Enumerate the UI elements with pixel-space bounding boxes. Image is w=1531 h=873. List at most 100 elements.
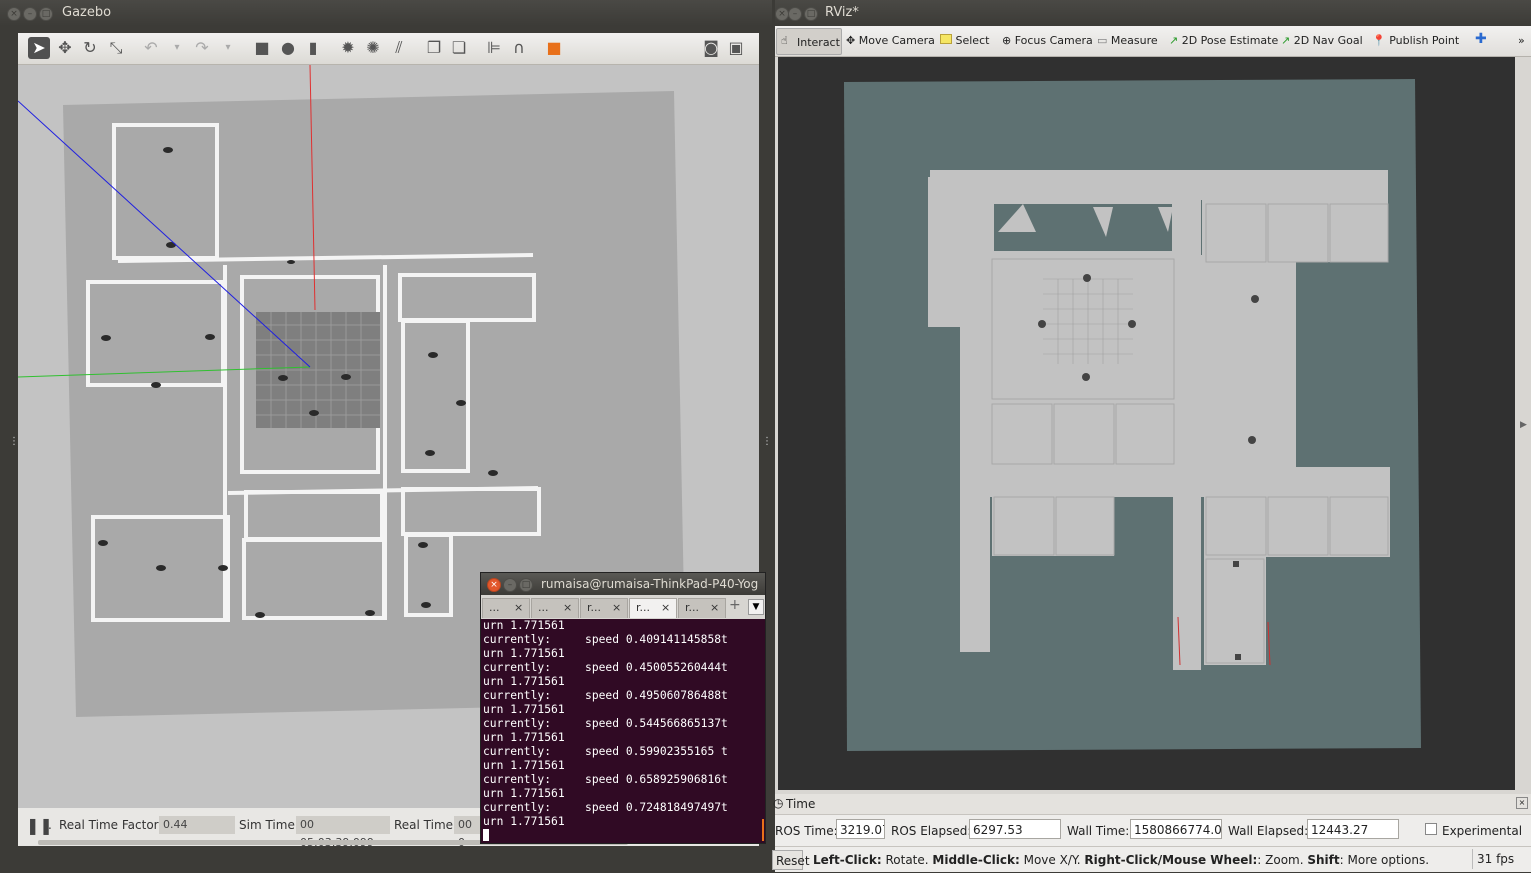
- align-icon[interactable]: ⊫: [483, 37, 505, 59]
- maximize-icon[interactable]: □: [39, 7, 53, 21]
- select-icon: [940, 34, 952, 44]
- gazebo-toolbar: ➤ ✥ ↻ ⤡ ↶ ▾ ↷ ▾ ■ ● ▮ ✹ ✺ ⫽ ❐ ❏ ⊫ ∩ ■ ◙ …: [18, 33, 759, 65]
- rviz-window: × – □ RViz* ☝ Interact ✥ Move Camera Sel…: [772, 0, 1531, 872]
- close-icon[interactable]: ×: [514, 601, 523, 614]
- focus-icon: ⊕: [1002, 34, 1012, 47]
- terminal-tab-bar: ... × ... × r... × r... × r... × + ▼: [481, 595, 765, 619]
- ros-time-label: ROS Time:: [775, 824, 838, 838]
- terminal-line: urn 1.771561: [483, 815, 565, 828]
- minimize-icon[interactable]: –: [503, 578, 517, 592]
- experimental-checkbox[interactable]: [1425, 823, 1437, 835]
- close-icon[interactable]: ×: [487, 578, 501, 592]
- redo-icon[interactable]: ↷: [191, 37, 213, 59]
- paste-icon[interactable]: ❏: [448, 37, 470, 59]
- close-icon[interactable]: ×: [775, 7, 789, 21]
- rviz-3d-view[interactable]: [778, 57, 1515, 790]
- more-tools-button[interactable]: »: [1518, 34, 1525, 47]
- terminal-tab-active[interactable]: r... ×: [629, 598, 677, 618]
- nav-goal-button[interactable]: ↗ 2D Nav Goal: [1281, 34, 1363, 47]
- translate-icon[interactable]: ✥: [54, 37, 76, 59]
- chevron-down-icon[interactable]: ▾: [166, 37, 188, 59]
- scale-icon[interactable]: ⤡: [105, 37, 127, 59]
- close-icon[interactable]: ×: [710, 601, 719, 614]
- ros-elapsed-field[interactable]: 6297.53: [969, 819, 1061, 839]
- undo-icon[interactable]: ↶: [140, 37, 162, 59]
- snap-icon[interactable]: ∩: [508, 37, 530, 59]
- terminal-window[interactable]: × – □ rumaisa@rumaisa-ThinkPad-P40-Yog .…: [480, 572, 766, 844]
- terminal-titlebar: × – □ rumaisa@rumaisa-ThinkPad-P40-Yog: [481, 573, 765, 595]
- maximize-icon[interactable]: □: [804, 7, 818, 21]
- rtf-value: 0.44: [159, 816, 235, 834]
- measure-button[interactable]: ▭ Measure: [1097, 34, 1158, 47]
- interact-button[interactable]: ☝ Interact: [776, 28, 842, 55]
- occupancy-map: [844, 79, 1421, 751]
- wall-elapsed-label: Wall Elapsed:: [1228, 824, 1309, 838]
- terminal-line: currently: speed 0.544566865137t: [483, 717, 728, 730]
- minimize-icon[interactable]: –: [23, 7, 37, 21]
- splitter-handle-icon[interactable]: ⋮: [9, 436, 19, 447]
- box-icon[interactable]: ■: [251, 37, 273, 59]
- move-camera-button[interactable]: ✥ Move Camera: [846, 34, 935, 47]
- close-icon[interactable]: ×: [563, 601, 572, 614]
- close-icon[interactable]: ×: [1516, 797, 1528, 809]
- pin-icon: 📍: [1372, 34, 1386, 47]
- terminal-line: currently: speed 0.450055260444t: [483, 661, 728, 674]
- select-arrow-icon[interactable]: ➤: [28, 37, 50, 59]
- terminal-line: urn 1.771561: [483, 759, 565, 772]
- pose-estimate-button[interactable]: ↗ 2D Pose Estimate: [1169, 34, 1278, 47]
- ros-time-field[interactable]: 3219.07: [836, 819, 885, 839]
- terminal-tab[interactable]: ... ×: [531, 598, 579, 618]
- terminal-tab[interactable]: ... ×: [482, 598, 530, 618]
- terminal-output[interactable]: urn 1.771561 currently: speed 0.409141145…: [483, 619, 763, 841]
- sphere-icon[interactable]: ●: [277, 37, 299, 59]
- terminal-scrollbar[interactable]: [762, 819, 764, 841]
- select-button[interactable]: Select: [940, 34, 989, 47]
- terminal-line: urn 1.771561: [483, 787, 565, 800]
- chevron-down-icon[interactable]: ▼: [748, 599, 764, 615]
- spot-light-icon[interactable]: ✺: [362, 37, 384, 59]
- move-camera-icon: ✥: [846, 34, 856, 47]
- wall-elapsed-field[interactable]: 12443.27: [1307, 819, 1399, 839]
- rviz-titlebar: × – □ RViz*: [775, 0, 1531, 26]
- screenshot-icon[interactable]: ◙: [700, 37, 722, 59]
- record-icon[interactable]: ▣: [725, 37, 747, 59]
- publish-point-button[interactable]: 📍 Publish Point: [1372, 34, 1459, 47]
- add-tool-icon[interactable]: ✚: [1475, 31, 1487, 47]
- new-tab-icon[interactable]: +: [729, 597, 741, 613]
- terminal-line: currently: speed 0.495060786488t: [483, 689, 728, 702]
- close-icon[interactable]: ×: [661, 601, 670, 614]
- splitter-handle-icon[interactable]: ⋮: [762, 436, 772, 447]
- terminal-line: currently: speed 0.724818497497t: [483, 801, 728, 814]
- directional-light-icon[interactable]: ⫽: [388, 37, 410, 59]
- terminal-title: rumaisa@rumaisa-ThinkPad-P40-Yog: [541, 577, 759, 591]
- cylinder-icon[interactable]: ▮: [302, 37, 324, 59]
- maximize-icon[interactable]: □: [519, 578, 533, 592]
- terminal-line: urn 1.771561: [483, 619, 565, 632]
- status-help-text: Left-Click: Rotate. Middle-Click: Move X…: [813, 853, 1430, 867]
- gazebo-window: × – □ Gazebo ➤ ✥ ↻ ⤡ ↶ ▾ ↷ ▾ ■ ● ▮ ✹ ✺ ⫽…: [0, 0, 772, 872]
- window-title: Gazebo: [62, 5, 112, 20]
- sim-time-value: 00 05:03:39.099: [296, 816, 390, 849]
- minimize-icon[interactable]: –: [788, 7, 802, 21]
- terminal-tab[interactable]: r... ×: [580, 598, 628, 618]
- arrow-icon: ↗: [1281, 34, 1291, 47]
- gazebo-titlebar: × – □ Gazebo: [0, 0, 772, 26]
- collapse-panel-icon[interactable]: ▶: [1520, 420, 1527, 430]
- rotate-icon[interactable]: ↻: [79, 37, 101, 59]
- close-icon[interactable]: ×: [612, 601, 621, 614]
- close-icon[interactable]: ×: [7, 7, 21, 21]
- point-light-icon[interactable]: ✹: [337, 37, 359, 59]
- time-panel: ◷ Time × ROS Time: 3219.07 ROS Elapsed: …: [772, 794, 1531, 872]
- reset-button[interactable]: Reset: [772, 850, 810, 870]
- step-label: .: [48, 818, 52, 832]
- chevron-down-icon[interactable]: ▾: [217, 37, 239, 59]
- fps-indicator: 31 fps: [1472, 849, 1521, 869]
- copy-icon[interactable]: ❐: [423, 37, 445, 59]
- terminal-line: currently: speed 0.658925906816t: [483, 773, 728, 786]
- hand-icon: ☝: [781, 34, 788, 47]
- focus-camera-button[interactable]: ⊕ Focus Camera: [1002, 34, 1093, 47]
- color-icon[interactable]: ■: [543, 37, 565, 59]
- window-title: RViz*: [825, 5, 859, 20]
- terminal-tab[interactable]: r... ×: [678, 598, 726, 618]
- wall-time-field[interactable]: 1580866774.09: [1130, 819, 1222, 839]
